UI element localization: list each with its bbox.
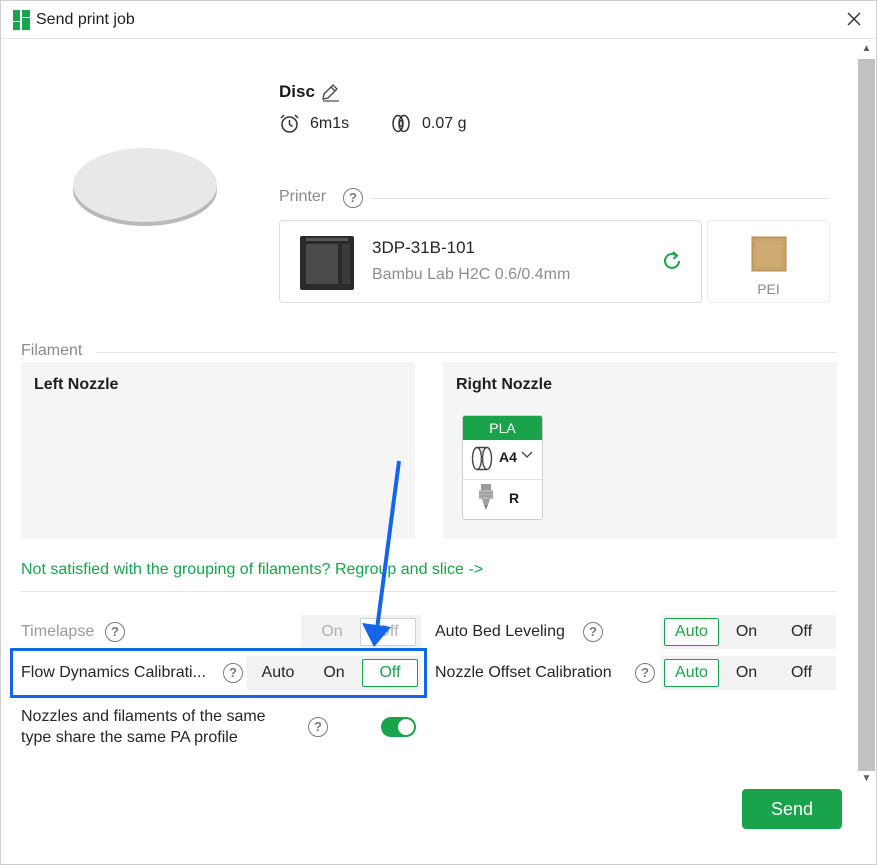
plate-type-card[interactable]: PEI (707, 220, 830, 303)
edit-pencil-icon[interactable] (320, 82, 340, 102)
timelapse-help-icon[interactable]: ? (105, 622, 125, 642)
timelapse-off-option: Off (360, 618, 416, 646)
nozzle-offset-label: Nozzle Offset Calibration (435, 664, 612, 681)
annotation-highlight-box (10, 648, 427, 698)
title-bar: Send print job (1, 1, 876, 39)
right-nozzle-title: Right Nozzle (456, 376, 552, 393)
auto-bed-leveling-on-option[interactable]: On (719, 618, 774, 646)
printer-name: 3DP-31B-101 (372, 238, 476, 257)
options-divider (21, 591, 837, 592)
filament-type-label: PLA (463, 416, 542, 440)
send-print-job-dialog: Send print job ▲ ▼ Disc 6m1s 0.07 g Prin… (0, 0, 877, 865)
left-nozzle-panel: Left Nozzle (21, 362, 415, 539)
left-nozzle-title: Left Nozzle (34, 376, 119, 393)
refresh-icon[interactable] (660, 249, 684, 273)
printer-section-label: Printer (279, 188, 327, 205)
model-preview (73, 148, 217, 226)
pa-profile-label-line1: Nozzles and filaments of the same (21, 708, 266, 725)
scroll-up-icon[interactable]: ▲ (857, 41, 876, 57)
printer-section-divider (371, 198, 830, 199)
plate-type-label: PEI (757, 281, 780, 297)
timelapse-label: Timelapse (21, 623, 95, 640)
chevron-down-icon[interactable] (521, 450, 533, 460)
print-time: 6m1s (310, 115, 350, 132)
nozzle-icon (479, 484, 493, 510)
alarm-clock-icon (280, 114, 299, 133)
nozzle-offset-auto-option[interactable]: Auto (664, 659, 719, 687)
window-title: Send print job (36, 11, 135, 28)
auto-bed-leveling-label: Auto Bed Leveling (435, 623, 565, 640)
bambu-logo-icon (13, 10, 30, 30)
spool-icon (471, 446, 493, 471)
filament-spool-icon (392, 114, 410, 133)
regroup-and-slice-link[interactable]: Not satisfied with the grouping of filam… (21, 561, 483, 579)
scroll-down-icon[interactable]: ▼ (857, 771, 876, 787)
printer-selector[interactable]: 3DP-31B-101 Bambu Lab H2C 0.6/0.4mm (279, 220, 702, 303)
filament-card[interactable]: PLA A4 R (462, 415, 543, 520)
timelapse-segmented: On Off (301, 615, 421, 649)
filament-section-label: Filament (21, 342, 83, 359)
filament-card-divider (463, 479, 542, 480)
filament-weight: 0.07 g (422, 115, 467, 132)
printer-model-info: Bambu Lab H2C 0.6/0.4mm (372, 266, 571, 283)
auto-bed-leveling-help-icon[interactable]: ? (583, 622, 603, 642)
pa-profile-toggle[interactable] (381, 717, 416, 737)
pei-plate-image (751, 236, 787, 272)
close-icon[interactable] (846, 11, 862, 27)
right-nozzle-panel: Right Nozzle PLA A4 R (443, 362, 837, 539)
scroll-thumb[interactable] (858, 59, 875, 771)
nozzle-offset-off-option[interactable]: Off (774, 659, 829, 687)
nozzle-offset-help-icon[interactable]: ? (635, 663, 655, 683)
send-button[interactable]: Send (742, 789, 842, 829)
pa-profile-label-line2: type share the same PA profile (21, 729, 238, 746)
auto-bed-leveling-off-option[interactable]: Off (774, 618, 829, 646)
timelapse-on-option: On (321, 623, 343, 640)
printer-help-icon[interactable]: ? (343, 188, 363, 208)
toggle-knob (398, 719, 414, 735)
printer-image (300, 236, 354, 290)
auto-bed-leveling-segmented: Auto On Off (661, 615, 836, 649)
model-name: Disc (279, 82, 315, 101)
nozzle-side-label: R (509, 490, 520, 506)
pa-profile-help-icon[interactable]: ? (308, 717, 328, 737)
filament-section-divider (97, 352, 837, 353)
nozzle-offset-on-option[interactable]: On (719, 659, 774, 687)
ams-slot-label: A4 (499, 449, 517, 465)
nozzle-offset-segmented: Auto On Off (661, 656, 836, 690)
vertical-scrollbar[interactable]: ▲ ▼ (857, 41, 876, 789)
auto-bed-leveling-auto-option[interactable]: Auto (664, 618, 719, 646)
